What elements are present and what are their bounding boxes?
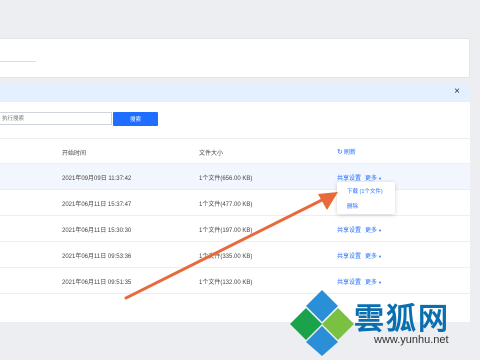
table-header: 开始时间 文件大小 ↻刷新 [0,138,470,164]
notice-bar: × [0,84,470,101]
search-input[interactable] [0,112,112,125]
refresh-button[interactable]: ↻刷新 [337,147,356,156]
table-row[interactable]: 2021年06月11日 15:37:47 1个文件(477.00 KB) [0,190,470,216]
search-button[interactable]: 搜索 [113,112,158,126]
cell-file-size: 1个文件(335.00 KB) [199,254,253,260]
more-dropdown-menu: 下载 (1个文件) 删除 [337,182,395,214]
cell-start-time: 2021年06月11日 15:30:30 [62,228,132,234]
row-actions: 共享设置 更多▼ [337,173,382,182]
caret-down-icon: ▼ [378,280,382,285]
caret-down-icon: ▼ [378,228,382,233]
cell-file-size: 1个文件(656.00 KB) [199,176,253,182]
refresh-label: 刷新 [343,150,356,156]
cell-start-time: 2021年06月11日 09:53:36 [62,254,132,260]
row-actions: 共享设置 更多▼ [337,251,382,260]
close-icon[interactable]: × [454,86,460,97]
watermark: 雲狐网 www.yunhu.net [284,288,480,360]
watermark-url: www.yunhu.net [374,334,449,346]
more-link[interactable]: 更多▼ [365,228,382,234]
watermark-logo-icon [290,290,354,356]
top-panel [0,38,470,78]
caret-down-icon: ▼ [378,176,382,181]
table-row[interactable]: 2021年06月11日 09:53:36 1个文件(335.00 KB) 共享设… [0,242,470,268]
more-label: 更多 [365,228,378,234]
header-file-size: 文件大小 [199,151,224,157]
cell-start-time: 2021年09月09日 11:37:42 [62,176,132,182]
cell-file-size: 1个文件(197.00 KB) [199,228,253,234]
row-actions: 共享设置 更多▼ [337,277,382,286]
share-settings-link[interactable]: 共享设置 [337,228,361,234]
more-label: 更多 [365,280,378,286]
table-row[interactable]: 2021年09月09日 11:37:42 1个文件(656.00 KB) 共享设… [0,164,470,190]
share-settings-link[interactable]: 共享设置 [337,254,361,260]
more-link[interactable]: 更多▼ [365,254,382,260]
caret-down-icon: ▼ [378,254,382,259]
tab-underline [0,61,36,62]
delete-menu-item[interactable]: 删除 [347,202,358,210]
share-settings-link[interactable]: 共享设置 [337,280,361,286]
more-label: 更多 [365,254,378,260]
download-menu-item[interactable]: 下载 (1个文件) [347,187,383,195]
watermark-text: 雲狐网 [354,302,450,337]
refresh-icon: ↻ [337,149,343,156]
cell-start-time: 2021年06月11日 09:51:35 [62,280,132,286]
row-actions: 共享设置 更多▼ [337,225,382,234]
more-link[interactable]: 更多▼ [365,280,382,286]
header-start-time: 开始时间 [62,151,87,157]
cell-file-size: 1个文件(477.00 KB) [199,202,253,208]
cell-start-time: 2021年06月11日 15:37:47 [62,202,132,208]
cell-file-size: 1个文件(132.00 KB) [199,280,253,286]
table-row[interactable]: 2021年06月11日 15:30:30 1个文件(197.00 KB) 共享设… [0,216,470,242]
